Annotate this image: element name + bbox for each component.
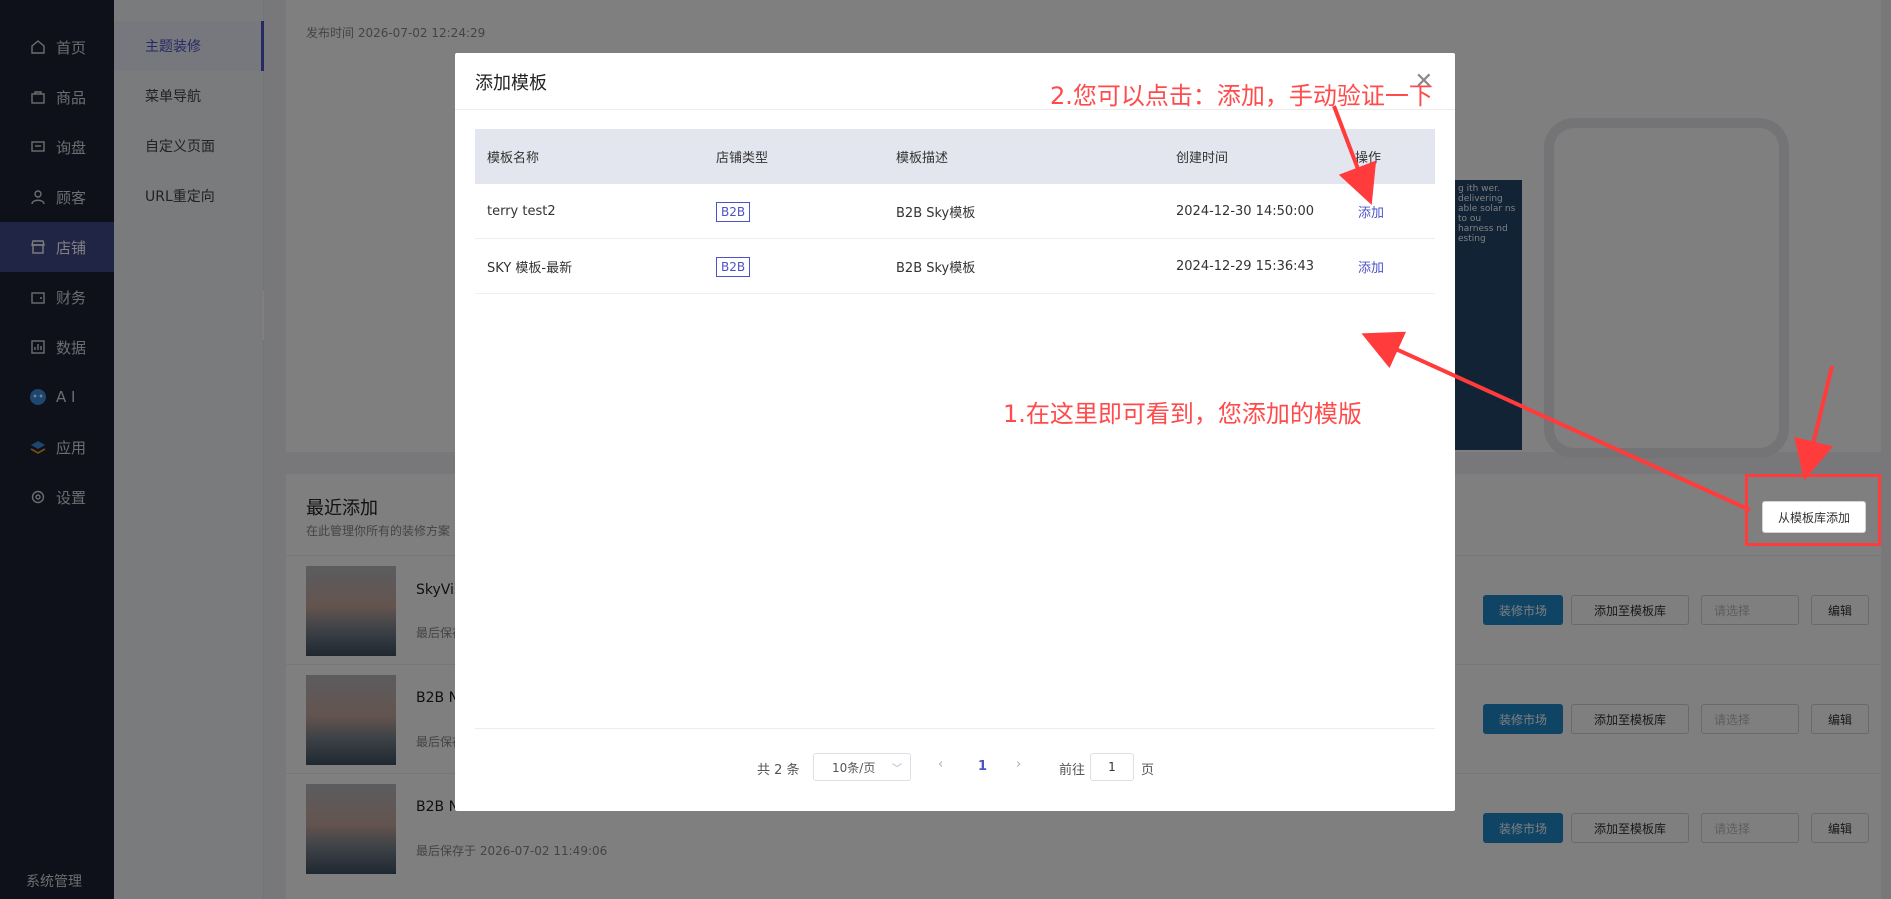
next-page-icon[interactable]: › [1016, 757, 1021, 772]
store-type: B2B [716, 239, 751, 294]
column-header: 模板名称 [487, 151, 540, 166]
pagination-total: 共 2 条 [757, 763, 800, 778]
template-table: 模板名称 店铺类型 模板描述 创建时间 操作 terry test2 B2B B… [475, 129, 1435, 294]
dialog-title: 添加模板 [475, 73, 547, 94]
template-name: terry test2 [487, 204, 556, 219]
divider [475, 728, 1435, 729]
add-template-dialog: 添加模板 ✕ 模板名称 店铺类型 模板描述 创建时间 操作 terry test… [455, 53, 1455, 811]
annotation-note-1: 1.在这里即可看到，您添加的模版 [1003, 400, 1362, 428]
annotation-highlight-box [1745, 474, 1881, 546]
prev-page-icon[interactable]: ‹ [938, 757, 943, 772]
table-header: 模板名称 店铺类型 模板描述 创建时间 操作 [475, 129, 1435, 184]
template-description: B2B Sky模板 [896, 261, 976, 276]
column-header: 模板描述 [896, 151, 949, 166]
store-type-tag: B2B [716, 256, 751, 277]
column-header: 操作 [1355, 151, 1382, 166]
page-size-select[interactable]: 10条/页 ﹀ [813, 753, 911, 781]
created-time: 2024-12-29 15:36:43 [1176, 259, 1315, 274]
table-row: terry test2 B2B B2B Sky模板 2024-12-30 14:… [475, 184, 1435, 239]
pagination: 共 2 条 10条/页 ﹀ ‹ 1 › 前往 1 页 [455, 753, 1455, 783]
current-page[interactable]: 1 [978, 759, 987, 774]
created-time: 2024-12-30 14:50:00 [1176, 204, 1315, 219]
annotation-note-2: 2.您可以点击：添加，手动验证一下 [1050, 82, 1433, 110]
page-size-value: 10条/页 [832, 760, 876, 775]
goto-page-input[interactable]: 1 [1090, 753, 1134, 781]
add-template-link[interactable]: 添加 [1358, 239, 1384, 294]
template-description: B2B Sky模板 [896, 206, 976, 221]
page-suffix: 页 [1141, 763, 1155, 778]
template-name: SKY 模板-最新 [487, 261, 573, 276]
table-row: SKY 模板-最新 B2B B2B Sky模板 2024-12-29 15:36… [475, 239, 1435, 294]
column-header: 店铺类型 [716, 151, 769, 166]
store-type: B2B [716, 184, 751, 239]
add-template-link[interactable]: 添加 [1358, 184, 1384, 239]
chevron-down-icon: ﹀ [892, 763, 902, 775]
goto-label: 前往 [1059, 763, 1086, 778]
column-header: 创建时间 [1176, 151, 1229, 166]
store-type-tag: B2B [716, 201, 751, 222]
